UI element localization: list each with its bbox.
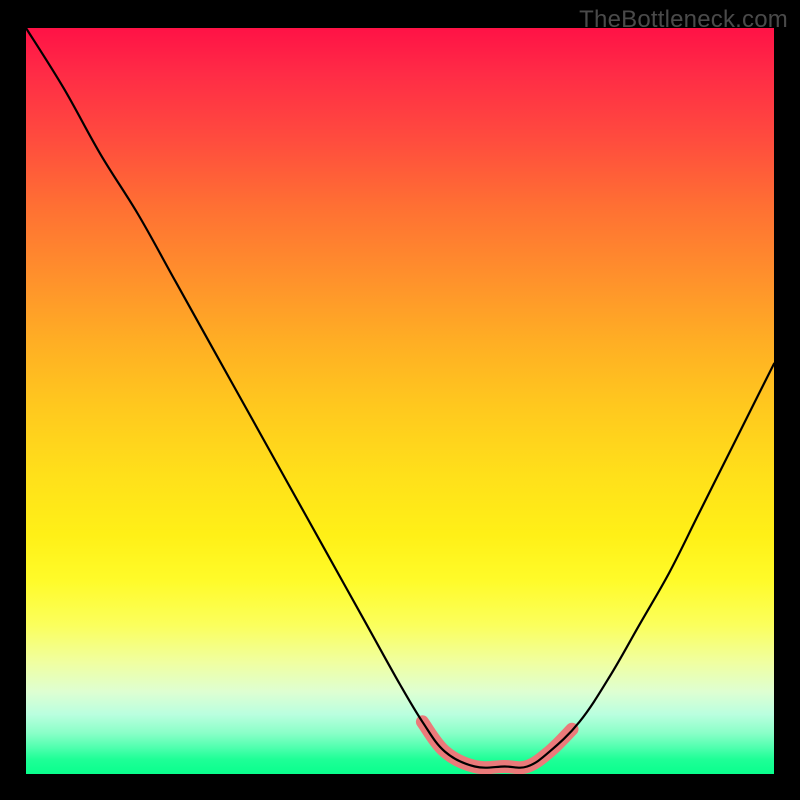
bottleneck-curve-line	[26, 28, 774, 768]
plot-area	[26, 28, 774, 774]
optimal-range-highlight	[422, 722, 572, 768]
curve-svg	[26, 28, 774, 774]
chart-frame: { "watermark": "TheBottleneck.com", "cha…	[0, 0, 800, 800]
